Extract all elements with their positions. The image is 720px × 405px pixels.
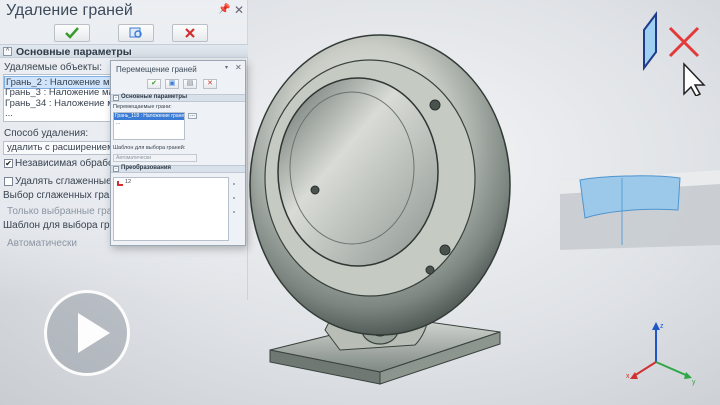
- list-item[interactable]: Грань_34 : Наложение материала: [5, 98, 122, 109]
- list-item-more: ...: [116, 120, 121, 126]
- play-button[interactable]: [44, 290, 130, 376]
- ok-button[interactable]: [54, 24, 90, 42]
- template-value[interactable]: Автоматически: [7, 238, 77, 249]
- list-item[interactable]: Грань_3 : Наложение материала: [5, 87, 122, 98]
- list-item[interactable]: Грань_118 : Наложение граней: [114, 113, 184, 120]
- template-label: Шаблон для выбора граней:: [113, 145, 186, 151]
- svg-text:y: y: [692, 379, 696, 386]
- main-params-section-header[interactable]: - Основные параметры: [111, 94, 245, 102]
- cancel-button[interactable]: ✕: [203, 79, 217, 89]
- close-icon[interactable]: ✕: [234, 3, 244, 17]
- removed-objects-list[interactable]: Грань_2 : Наложение материала Грань_3 : …: [3, 74, 123, 122]
- mouse-cursor-icon: [683, 62, 706, 96]
- preview-button[interactable]: [118, 24, 154, 42]
- apply-button[interactable]: ▤: [183, 79, 197, 89]
- moved-faces-list[interactable]: Грань_118 : Наложение граней ...: [113, 112, 185, 140]
- preview-button[interactable]: ▣: [165, 79, 179, 89]
- template-select[interactable]: Автоматически: [113, 154, 197, 162]
- xyz-axis-triad-icon: z y x: [626, 322, 696, 386]
- side-handle[interactable]: [233, 197, 235, 199]
- section-title: Основные параметры: [16, 46, 132, 58]
- remove-smooth-checkbox[interactable]: [4, 177, 13, 186]
- corner-icons: [643, 11, 706, 96]
- face-plane-icon: [643, 11, 657, 71]
- smooth-selection-value[interactable]: Только выбранные грани: [7, 206, 123, 217]
- cancel-button[interactable]: [172, 24, 208, 42]
- ok-button[interactable]: ✔: [147, 79, 161, 89]
- main-params-section-header[interactable]: ^ Основные параметры: [0, 44, 248, 58]
- svg-text:z: z: [660, 323, 664, 330]
- side-handle[interactable]: [233, 183, 235, 185]
- section-title: Преобразования: [121, 165, 172, 171]
- moved-faces-label: Перемещаемые грани:: [113, 104, 172, 110]
- x-icon: [185, 28, 195, 38]
- section-title: Основные параметры: [121, 94, 188, 100]
- pin-icon[interactable]: ▾: [225, 64, 228, 71]
- side-handle[interactable]: [233, 211, 235, 213]
- collapse-icon[interactable]: ^: [3, 47, 12, 56]
- transform-icon: [117, 181, 123, 186]
- method-label: Способ удаления:: [4, 128, 89, 139]
- transform-section-header[interactable]: - Преобразования: [111, 165, 245, 173]
- dialog-title: Перемещение граней: [116, 65, 197, 74]
- pin-icon[interactable]: 📌: [218, 4, 230, 15]
- section-detail-view: [560, 170, 720, 250]
- transform-list[interactable]: 12: [113, 177, 229, 241]
- panel-title: Удаление граней: [6, 2, 133, 19]
- independent-checkbox[interactable]: ✔: [4, 159, 13, 168]
- collapse-icon[interactable]: -: [113, 95, 119, 101]
- preview-icon: [129, 27, 142, 38]
- move-faces-dialog: Перемещение граней ▾ ✕ ✔ ▣ ▤ ✕ - Основны…: [110, 60, 246, 246]
- list-item[interactable]: 12: [125, 179, 131, 185]
- method-select[interactable]: удалить с расширением родительских гране…: [3, 141, 123, 155]
- svg-text:x: x: [626, 373, 630, 380]
- list-options-button[interactable]: …: [188, 113, 197, 119]
- check-icon: [65, 27, 79, 39]
- play-icon: [78, 313, 110, 353]
- red-x-icon: [668, 26, 700, 58]
- 3d-part-model[interactable]: [230, 0, 560, 405]
- collapse-icon[interactable]: -: [113, 166, 119, 172]
- list-item-more: ...: [5, 108, 13, 119]
- objects-label: Удаляемые объекты:: [4, 62, 102, 73]
- close-icon[interactable]: ✕: [235, 63, 242, 72]
